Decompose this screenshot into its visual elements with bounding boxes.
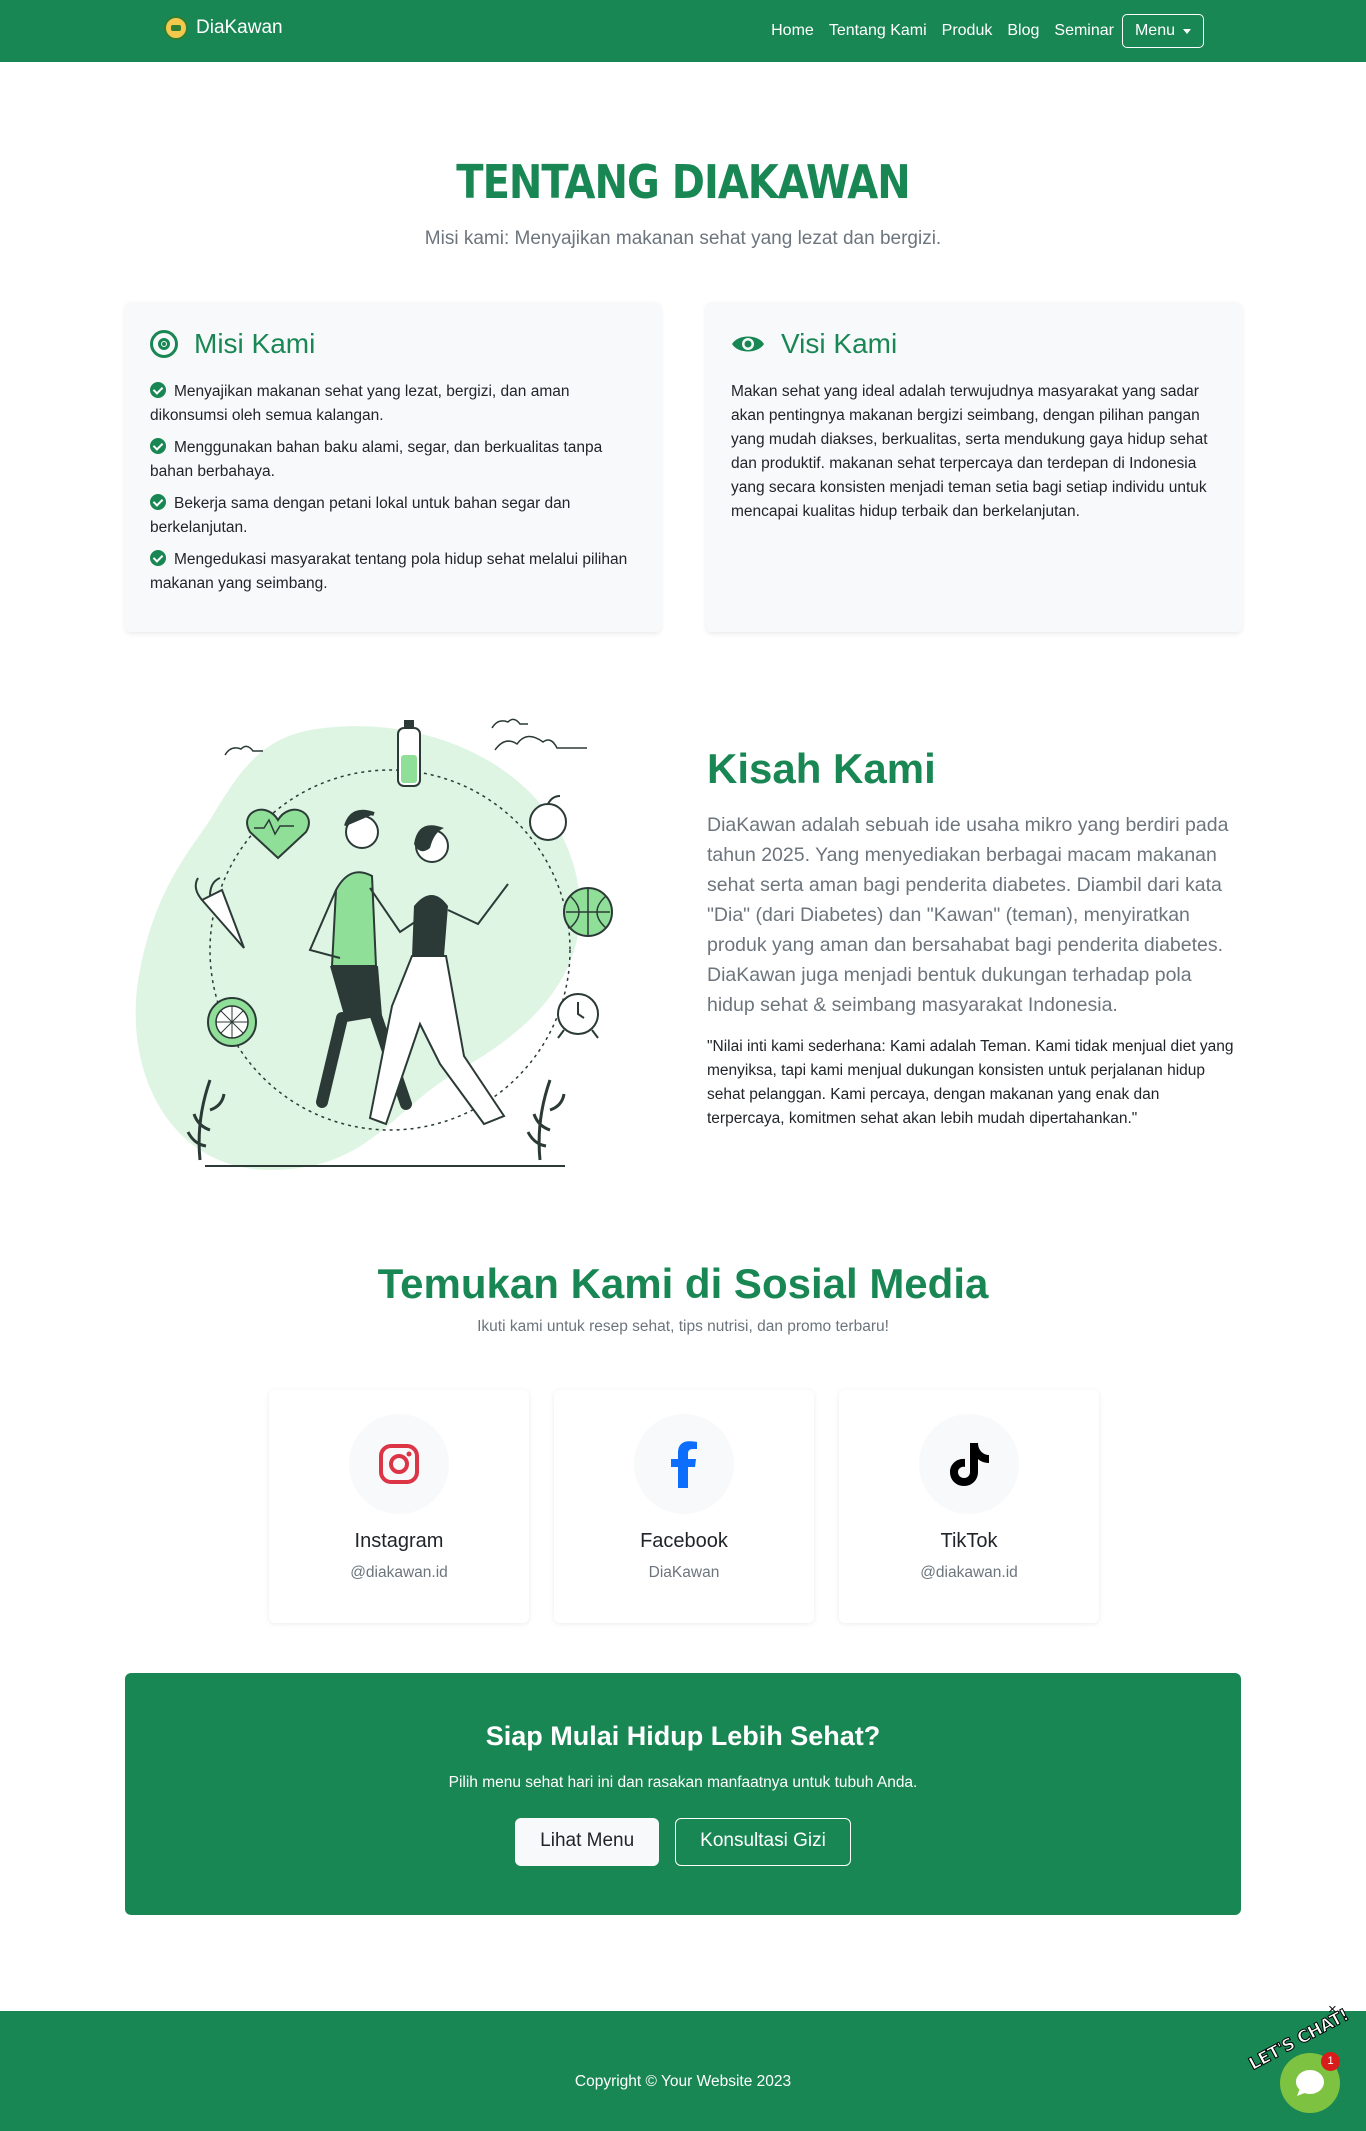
brand-name: DiaKawan [196,17,283,38]
footer-copyright: Copyright © Your Website 2023 [574,2073,792,2090]
page-subtitle: Misi kami: Menyajikan makanan sehat yang… [424,228,942,249]
misi-item-text: Menyajikan makanan sehat yang lezat, ber… [150,383,570,424]
social-card-facebook[interactable]: Facebook DiaKawan [554,1390,814,1623]
target-icon [150,330,178,358]
social-name: Instagram [354,1530,444,1552]
misi-item: Mengedukasi masyarakat tentang pola hidu… [150,548,636,596]
check-circle-icon [150,550,166,566]
social-title: Temukan Kami di Sosial Media [377,1260,989,1307]
misi-item: Menyajikan makanan sehat yang lezat, ber… [150,380,636,428]
menu-dropdown-label: Menu [1134,22,1175,39]
visi-card: Visi Kami Makan sehat yang ideal adalah … [706,302,1242,632]
nav-link-blog[interactable]: Blog [1007,22,1039,40]
social-subtitle: Ikuti kami untuk resep sehat, tips nutri… [477,1318,889,1335]
visi-title: Visi Kami [781,328,898,359]
nav-link-produk[interactable]: Produk [942,22,993,40]
social-handle: @diakawan.id [920,1564,1018,1581]
tiktok-icon [950,1443,989,1486]
social-icon-circle [349,1414,449,1514]
page-title: TENTANG DIAKAWAN [456,156,910,210]
brand-link[interactable]: DiaKawan [164,16,283,40]
cta-title: Siap Mulai Hidup Lebih Sehat? [485,1721,881,1751]
nav-link-home[interactable]: Home [771,22,814,40]
facebook-icon [671,1441,697,1488]
check-circle-icon [150,382,166,398]
misi-item-text: Menggunakan bahan baku alami, segar, dan… [150,439,603,480]
misi-title: Misi Kami [194,328,316,359]
misi-item: Bekerja sama dengan petani lokal untuk b… [150,492,636,540]
story-paragraph: DiaKawan adalah sebuah ide usaha mikro y… [707,814,1229,1016]
misi-card: Misi Kami Menyajikan makanan sehat yang … [125,302,661,632]
social-name: Facebook [640,1530,728,1552]
navbar: DiaKawan Home Tentang Kami Produk Blog S… [0,0,1366,62]
konsultasi-gizi-button[interactable]: Konsultasi Gizi [675,1818,851,1866]
chat-bubble-icon [1296,2070,1324,2096]
social-handle: @diakawan.id [350,1564,448,1581]
misi-item-text: Bekerja sama dengan petani lokal untuk b… [150,495,571,536]
social-card-tiktok[interactable]: TikTok @diakawan.id [839,1390,1099,1623]
social-name: TikTok [940,1530,998,1552]
brand-logo-icon [164,16,188,40]
visi-card-header: Visi Kami [731,328,1217,360]
eye-icon [732,336,764,352]
instagram-icon [379,1444,419,1484]
cta-subtitle: Pilih menu sehat hari ini dan rasakan ma… [448,1774,918,1791]
check-circle-icon [150,494,166,510]
story-quote: "Nilai inti kami sederhana: Kami adalah … [707,1038,1234,1127]
social-icon-circle [919,1414,1019,1514]
visi-text: Makan sehat yang ideal adalah terwujudny… [731,383,1208,520]
story-title: Kisah Kami [707,745,936,792]
cta-buttons: Lihat Menu Konsultasi Gizi [125,1818,1241,1866]
footer: Copyright © Your Website 2023 [0,2011,1366,2131]
nav-link-seminar[interactable]: Seminar [1054,22,1114,40]
menu-dropdown-button[interactable]: Menu [1121,14,1204,48]
chat-notification-badge: 1 [1321,2052,1340,2071]
nav-links: Home Tentang Kami Produk Blog Seminar Me… [756,0,1204,62]
misi-item: Menggunakan bahan baku alami, segar, dan… [150,436,636,484]
nav-link-tentang-kami[interactable]: Tentang Kami [829,22,927,40]
social-handle: DiaKawan [648,1564,720,1581]
caret-down-icon [1183,28,1191,34]
social-card-instagram[interactable]: Instagram @diakawan.id [269,1390,529,1623]
lihat-menu-button[interactable]: Lihat Menu [515,1818,660,1866]
cta-banner: Siap Mulai Hidup Lebih Sehat? Pilih menu… [125,1673,1241,1915]
misi-list: Menyajikan makanan sehat yang lezat, ber… [150,380,636,596]
misi-card-header: Misi Kami [150,328,636,360]
social-icon-circle [634,1414,734,1514]
healthy-walking-illustration [135,718,613,1170]
misi-item-text: Mengedukasi masyarakat tentang pola hidu… [150,551,628,592]
check-circle-icon [150,438,166,454]
